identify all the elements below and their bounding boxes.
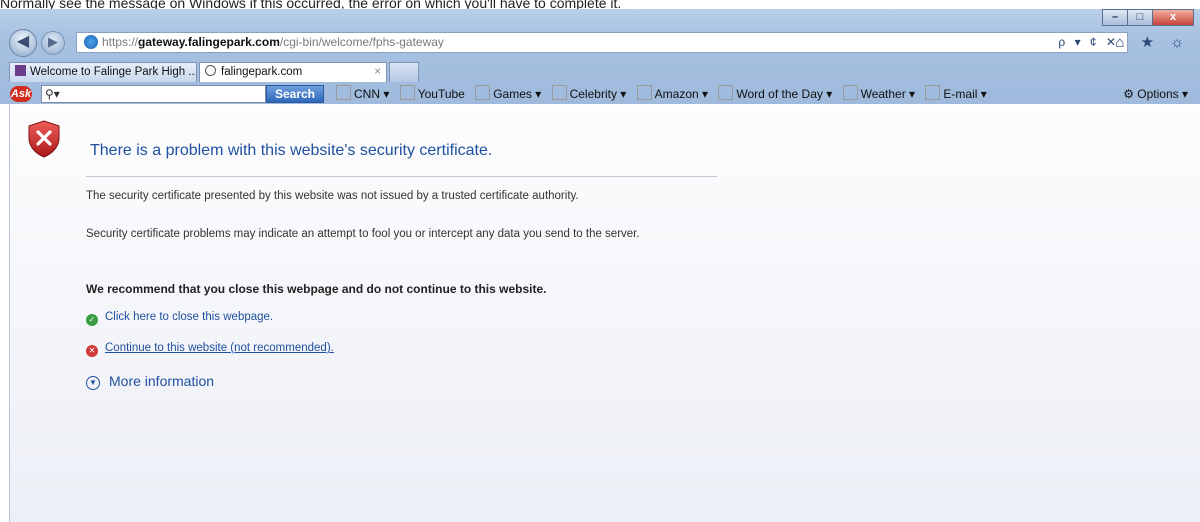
tab-label: falingepark.com xyxy=(221,66,303,78)
youtube-icon xyxy=(399,85,415,100)
ie-page-icon xyxy=(84,35,98,49)
recommendation-text: We recommend that you close this webpage… xyxy=(86,282,547,296)
toolbar-links: CNN ▾ YouTube Games ▾ Celebrity ▾ Amazon… xyxy=(336,84,994,104)
toolbar-item-weather[interactable]: Weather ▾ xyxy=(842,85,915,101)
close-tab-icon[interactable]: × xyxy=(374,63,381,82)
tab-strip: Welcome to Falinge Park High ... falinge… xyxy=(9,62,421,82)
cnn-icon xyxy=(336,85,351,100)
green-shield-icon: ✓ xyxy=(86,314,98,326)
url-protocol: https:// xyxy=(102,35,139,49)
page-title: There is a problem with this website's s… xyxy=(90,142,493,159)
celebrity-icon xyxy=(551,85,567,100)
toolbar-item-games[interactable]: Games ▾ xyxy=(475,85,541,101)
error-shield-icon xyxy=(28,120,60,158)
site-favicon-icon xyxy=(15,65,26,76)
games-icon xyxy=(475,85,491,100)
loading-icon xyxy=(205,65,216,76)
untrusted-authority-text: The security certificate presented by th… xyxy=(86,190,579,202)
new-tab-button[interactable] xyxy=(389,62,419,82)
forward-button[interactable]: ▶ xyxy=(41,31,65,55)
toolbar-item-amazon[interactable]: Amazon ▾ xyxy=(636,85,708,101)
tab-falingepark[interactable]: falingepark.com × xyxy=(199,62,387,82)
minimize-button[interactable]: – xyxy=(1102,9,1128,26)
chevron-down-icon: ▼ xyxy=(86,376,100,390)
toolbar-search-input[interactable]: ⚲▾ xyxy=(41,85,266,103)
url-domain: gateway.falingepark.com xyxy=(138,35,280,49)
security-warning-text: Security certificate problems may indica… xyxy=(86,228,640,240)
weather-icon xyxy=(842,85,858,100)
toolbar-item-word-of-the-day[interactable]: Word of the Day ▾ xyxy=(718,85,832,101)
ask-logo[interactable]: Ask xyxy=(10,86,32,102)
red-shield-icon: ✕ xyxy=(86,345,98,357)
address-tools-icons[interactable]: ρ ▾ ¢ ✕ xyxy=(1058,33,1119,52)
title-divider xyxy=(86,176,717,177)
more-information-toggle[interactable]: ▼ More information xyxy=(86,373,214,390)
toolbar-item-cnn[interactable]: CNN ▾ xyxy=(336,85,389,101)
back-button[interactable]: ◀ xyxy=(9,29,37,57)
browser-chrome: – □ x ◀ ▶ https://gateway.falingepark.co… xyxy=(0,9,1200,104)
certificate-error-page: There is a problem with this website's s… xyxy=(9,104,1200,522)
ask-toolbar: Ask ⚲▾ Search CNN ▾ YouTube Games ▾ Cele… xyxy=(0,84,1200,104)
toolbar-search-button[interactable]: Search xyxy=(266,85,324,103)
address-bar[interactable]: https://gateway.falingepark.com/cgi-bin/… xyxy=(76,32,1128,53)
tab-label: Welcome to Falinge Park High ... xyxy=(30,66,197,78)
continue-to-website-link[interactable]: ✕ Continue to this website (not recommend… xyxy=(86,342,334,357)
window-controls: – □ x xyxy=(1102,9,1194,26)
amazon-icon xyxy=(636,85,652,100)
toolbar-options-button[interactable]: ⚙ Options ▾ xyxy=(1123,84,1188,104)
home-favorites-tools-icons[interactable]: ⌂ ★ ☼ xyxy=(1115,33,1190,51)
toolbar-item-email[interactable]: E-mail ▾ xyxy=(925,85,987,101)
url-path: /cgi-bin/welcome/fphs-gateway xyxy=(279,35,444,49)
search-icon: ⚲▾ xyxy=(45,87,60,101)
close-window-button[interactable]: x xyxy=(1152,9,1194,26)
gear-icon: ⚙ xyxy=(1123,87,1138,101)
toolbar-item-youtube[interactable]: YouTube xyxy=(399,85,465,101)
close-webpage-link[interactable]: ✓ Click here to close this webpage. xyxy=(86,311,273,326)
tab-falinge-park-welcome[interactable]: Welcome to Falinge Park High ... xyxy=(9,62,197,82)
word-of-the-day-icon xyxy=(718,85,734,100)
clipped-top-caption: Normally see the message on Windows if t… xyxy=(0,0,622,9)
toolbar-item-celebrity[interactable]: Celebrity ▾ xyxy=(551,85,626,101)
maximize-button[interactable]: □ xyxy=(1127,9,1153,26)
email-icon xyxy=(925,85,941,100)
